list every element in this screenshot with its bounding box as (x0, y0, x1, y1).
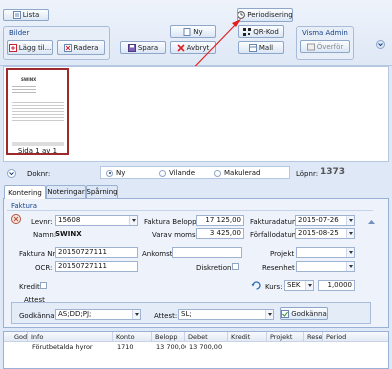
collapse-faktura-icon[interactable] (367, 218, 376, 227)
supplier-lookup-icon[interactable] (11, 214, 21, 224)
currency-field[interactable]: SEK (284, 280, 314, 291)
godkanna-button[interactable]: Godkänna (280, 307, 328, 320)
namn-label: Namn: (33, 231, 57, 239)
levnr-field[interactable]: 15608 (55, 215, 138, 226)
col-header-projekt[interactable]: Projekt (268, 332, 304, 342)
refresh-rate-icon[interactable] (251, 280, 262, 291)
cell-info[interactable]: Förutbetalda hyror (30, 343, 114, 352)
thumbnail-caption: Sida 1 av 1 (17, 147, 58, 155)
resenhet-field[interactable] (296, 261, 355, 272)
resenhet-label: Resenhet (262, 264, 295, 272)
godkanna-label: Godkänna: (19, 312, 57, 320)
ocr-label: OCR: (35, 264, 53, 272)
belopp-label: Faktura Belopp: (144, 218, 199, 226)
belopp-field[interactable]: 17 125,00 (196, 215, 244, 226)
moms-field[interactable]: 3 425,00 (196, 228, 244, 239)
col-header-belopp[interactable]: Belopp (153, 332, 185, 342)
radio-vilande[interactable] (159, 169, 166, 177)
radio-makulerad[interactable] (214, 169, 221, 177)
projekt-dropdown-icon[interactable] (346, 248, 354, 257)
doknr-label: Doknr: (27, 170, 51, 178)
godkanna-field[interactable]: AS;DD;PJ; (55, 309, 141, 320)
kredit-label: Kredit (19, 283, 40, 291)
resenhet-dropdown-icon[interactable] (346, 262, 354, 271)
tab-noteringar[interactable]: Noteringar (46, 185, 86, 198)
attest-field[interactable]: SL; (178, 309, 274, 320)
radio-ny[interactable] (106, 169, 113, 177)
forfallodatum-dropdown-icon[interactable] (346, 229, 354, 238)
forfallodatum-label: Förfallodatum: (250, 231, 301, 239)
col-header-kredit[interactable]: Kredit (229, 332, 267, 342)
approve-icon (281, 309, 290, 318)
status-vilande[interactable]: Vilande (159, 169, 195, 177)
tab-kontering[interactable]: Kontering (4, 185, 46, 199)
ocr-field[interactable]: 20150727111 (55, 261, 138, 272)
col-header-period[interactable]: Period (324, 332, 384, 342)
col-header-godk[interactable]: Godk (12, 332, 28, 342)
thumbnail-footer (12, 142, 64, 146)
faktura-section-title: Faktura (11, 202, 38, 210)
col-header-debet[interactable]: Debet (186, 332, 228, 342)
cell-belopp[interactable]: 13 700,00 (154, 343, 186, 352)
namn-value: SWINX (55, 230, 82, 238)
cell-debet[interactable]: 13 700,00 (187, 343, 229, 352)
status-ny[interactable]: Ny (106, 169, 125, 177)
levnr-label: Levnr: (31, 218, 53, 226)
col-header-info[interactable]: Info (29, 332, 113, 342)
fakturadatum-label: Fakturadatum: (250, 218, 302, 226)
levnr-dropdown-icon[interactable] (129, 216, 137, 225)
expand-icon[interactable] (7, 169, 16, 178)
ankomst-label: Ankomst: (142, 250, 175, 258)
tab-sparning[interactable]: Spårning (86, 185, 118, 198)
thumbnail-logo: SWINX (21, 77, 37, 82)
godkanna-button-label: Godkänna (291, 309, 327, 318)
lopnr-value: 1373 (320, 167, 346, 177)
status-radio-group: Ny Vilande Makulerad (100, 166, 290, 179)
projekt-field[interactable] (296, 247, 355, 258)
projekt-label: Projekt (270, 250, 295, 258)
page-thumbnail[interactable]: SWINX Sida 1 av 1 (6, 68, 69, 155)
col-header-reser[interactable]: Reser (305, 332, 323, 342)
cell-kredit[interactable] (230, 343, 268, 352)
thumbnail-text-block (12, 84, 36, 94)
attest-label: Attest: (154, 312, 178, 320)
currency-dropdown-icon[interactable] (305, 281, 313, 290)
diskretion-checkbox[interactable] (232, 263, 239, 270)
moms-label: Varav moms: (152, 231, 198, 239)
ankomst-field[interactable] (172, 247, 242, 258)
kurs-label: Kurs: (265, 283, 283, 291)
kurs-field[interactable]: 1,0000 (318, 280, 355, 291)
diskretion-label: Diskretion: (196, 264, 234, 272)
attest-dropdown-icon[interactable] (265, 310, 273, 319)
fakturadatum-dropdown-icon[interactable] (346, 216, 354, 225)
lopnr-label: Löpnr: (296, 170, 319, 178)
fakturanr-field[interactable]: 20150727111 (55, 247, 138, 258)
status-makulerad[interactable]: Makulerad (214, 169, 260, 177)
fakturanr-label: Faktura Nr: (19, 250, 58, 258)
fakturadatum-field[interactable]: 2015-07-26 (295, 215, 355, 226)
cell-konto[interactable]: 1710 (115, 343, 153, 352)
godkanna-dropdown-icon[interactable] (132, 310, 140, 319)
thumbnail-table (12, 100, 64, 122)
kredit-checkbox[interactable] (40, 282, 47, 289)
col-header-konto[interactable]: Konto (114, 332, 152, 342)
forfallodatum-field[interactable]: 2015-08-25 (295, 228, 355, 239)
